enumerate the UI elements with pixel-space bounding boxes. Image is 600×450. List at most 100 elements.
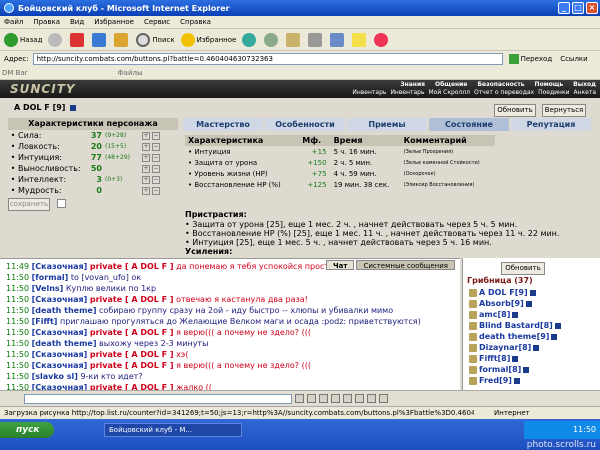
private-icon[interactable] — [469, 332, 477, 341]
online-refresh-button[interactable]: Обновить — [501, 262, 545, 275]
nav-security[interactable]: Безопасность — [477, 81, 524, 88]
address-input[interactable]: http://suncity.combats.com/buttons.pl?ba… — [32, 52, 503, 65]
info-icon[interactable] — [512, 355, 519, 362]
chat-nick[interactable]: [Fifft] — [32, 317, 58, 326]
plus-icon[interactable]: + — [142, 175, 150, 184]
tab-techniques[interactable]: Приемы — [347, 118, 427, 131]
menu-view[interactable]: Вид — [70, 18, 84, 26]
minus-icon[interactable]: − — [152, 164, 160, 173]
private-icon[interactable] — [469, 299, 477, 308]
favorites-button[interactable]: Избранное — [180, 32, 236, 47]
info-icon[interactable] — [529, 289, 536, 296]
info-icon[interactable] — [525, 300, 532, 307]
private-icon[interactable] — [469, 343, 477, 352]
online-user[interactable]: Fred[9] — [463, 375, 600, 386]
chat-time[interactable]: 11:50 — [6, 295, 29, 304]
private-icon[interactable] — [469, 376, 477, 385]
plus-icon[interactable]: + — [142, 186, 150, 195]
chat-time[interactable]: 11:50 — [6, 317, 29, 326]
chat-translit-icon[interactable] — [367, 394, 376, 403]
info-icon[interactable] — [512, 311, 519, 318]
chat-smiles-icon[interactable] — [319, 394, 328, 403]
chat-nick[interactable]: [Сказочная] — [32, 262, 88, 271]
history-button[interactable] — [264, 32, 280, 47]
subnav-inventory[interactable]: Инвентарь — [352, 89, 386, 96]
online-user[interactable]: Dizaynar[8] — [463, 342, 600, 353]
subnav-scroll[interactable]: Мой Скроллл — [429, 89, 470, 96]
home-button[interactable] — [114, 32, 130, 47]
chat-nick[interactable]: [Сказочная] — [32, 328, 88, 337]
chat-private[interactable]: private [ A DOL F ] — [90, 295, 174, 304]
plus-icon[interactable]: + — [142, 131, 150, 140]
go-button[interactable]: Переход — [508, 53, 552, 64]
save-stats-button[interactable]: сохранить — [8, 198, 50, 211]
forward-button[interactable] — [48, 32, 64, 47]
chat-time[interactable]: 11:50 — [6, 339, 29, 348]
note-button[interactable] — [352, 32, 368, 47]
back-button[interactable]: Назад — [4, 32, 42, 47]
chat-nick[interactable]: [Velns] — [32, 284, 64, 293]
return-button[interactable]: Вернуться — [542, 104, 586, 117]
search-button[interactable]: Поиск — [136, 32, 175, 47]
menu-favorites[interactable]: Избранное — [94, 18, 134, 26]
chat-clear-icon[interactable] — [307, 394, 316, 403]
refresh-button[interactable] — [92, 32, 108, 47]
refresh-page-button[interactable]: Обновить — [494, 104, 536, 117]
tab-state[interactable]: Состояние — [429, 118, 509, 131]
chat-time[interactable]: 11:50 — [6, 361, 29, 370]
nav-exit[interactable]: Выход — [573, 81, 596, 88]
minimize-button[interactable]: _ — [558, 2, 570, 14]
chat-nick[interactable]: [Сказочная] — [32, 295, 88, 304]
private-icon[interactable] — [469, 321, 477, 330]
info-icon[interactable] — [70, 104, 77, 111]
stop-button[interactable] — [70, 32, 86, 47]
subnav-battles[interactable]: Поединки — [538, 89, 569, 96]
info-icon[interactable] — [551, 333, 558, 340]
private-icon[interactable] — [469, 354, 477, 363]
menu-tools[interactable]: Сервис — [144, 18, 170, 26]
chat-time[interactable]: 11:50 — [6, 284, 29, 293]
chat-nick[interactable]: [death theme] — [32, 339, 97, 348]
tab-features[interactable]: Особенности — [265, 118, 345, 131]
subnav-inventory-2[interactable]: Инвентарь — [390, 89, 424, 96]
plus-icon[interactable]: + — [142, 142, 150, 151]
chat-nick[interactable]: [Сказочная] — [32, 350, 88, 359]
files-dropdown[interactable]: Файлы — [118, 69, 143, 77]
chat-nick[interactable]: [death theme] — [32, 306, 97, 315]
chat-time[interactable]: 11:50 — [6, 350, 29, 359]
chat-time[interactable]: 11:50 — [6, 273, 29, 282]
chat-private[interactable]: private [ A DOL F ] — [90, 350, 174, 359]
media-button[interactable] — [242, 32, 258, 47]
minus-icon[interactable]: − — [152, 131, 160, 140]
chat-filter-icon[interactable] — [331, 394, 340, 403]
nav-communication[interactable]: Общение — [435, 81, 467, 88]
online-user[interactable]: death theme[9] — [463, 331, 600, 342]
chat-time[interactable]: 11:50 — [6, 306, 29, 315]
online-user[interactable]: Fifft[8] — [463, 353, 600, 364]
tab-reputation[interactable]: Репутация — [511, 118, 591, 131]
chat-settings-icon[interactable] — [379, 394, 388, 403]
chat-nick[interactable]: [formal] — [32, 273, 69, 282]
nav-knowledge[interactable]: Знания — [400, 81, 425, 88]
taskbar-item[interactable]: Бойцовский клуб - M... — [104, 423, 242, 437]
online-user[interactable]: Absorb[9] — [463, 298, 600, 309]
chat-input[interactable] — [24, 393, 292, 404]
chat-time[interactable]: 11:50 — [6, 328, 29, 337]
nav-help[interactable]: Помощь — [535, 81, 564, 88]
chat-scroll-icon[interactable] — [355, 394, 364, 403]
maximize-button[interactable]: □ — [572, 2, 584, 14]
minus-icon[interactable]: − — [152, 186, 160, 195]
chat-send-icon[interactable] — [295, 394, 304, 403]
plus-icon[interactable]: + — [142, 153, 150, 162]
tab-mastery[interactable]: Мастерство — [183, 118, 263, 131]
minus-icon[interactable]: − — [152, 175, 160, 184]
info-icon[interactable] — [513, 377, 520, 384]
menu-help[interactable]: Справка — [180, 18, 211, 26]
minus-icon[interactable]: − — [152, 153, 160, 162]
chat-private[interactable]: private [ A DOL F ] — [90, 361, 174, 370]
edit-button[interactable] — [330, 32, 346, 47]
info-icon[interactable] — [554, 322, 561, 329]
chat-sound-icon[interactable] — [343, 394, 352, 403]
tab-system-messages[interactable]: Системные сообщения — [356, 260, 455, 270]
chat-nick[interactable]: [slavko sl] — [32, 372, 78, 381]
